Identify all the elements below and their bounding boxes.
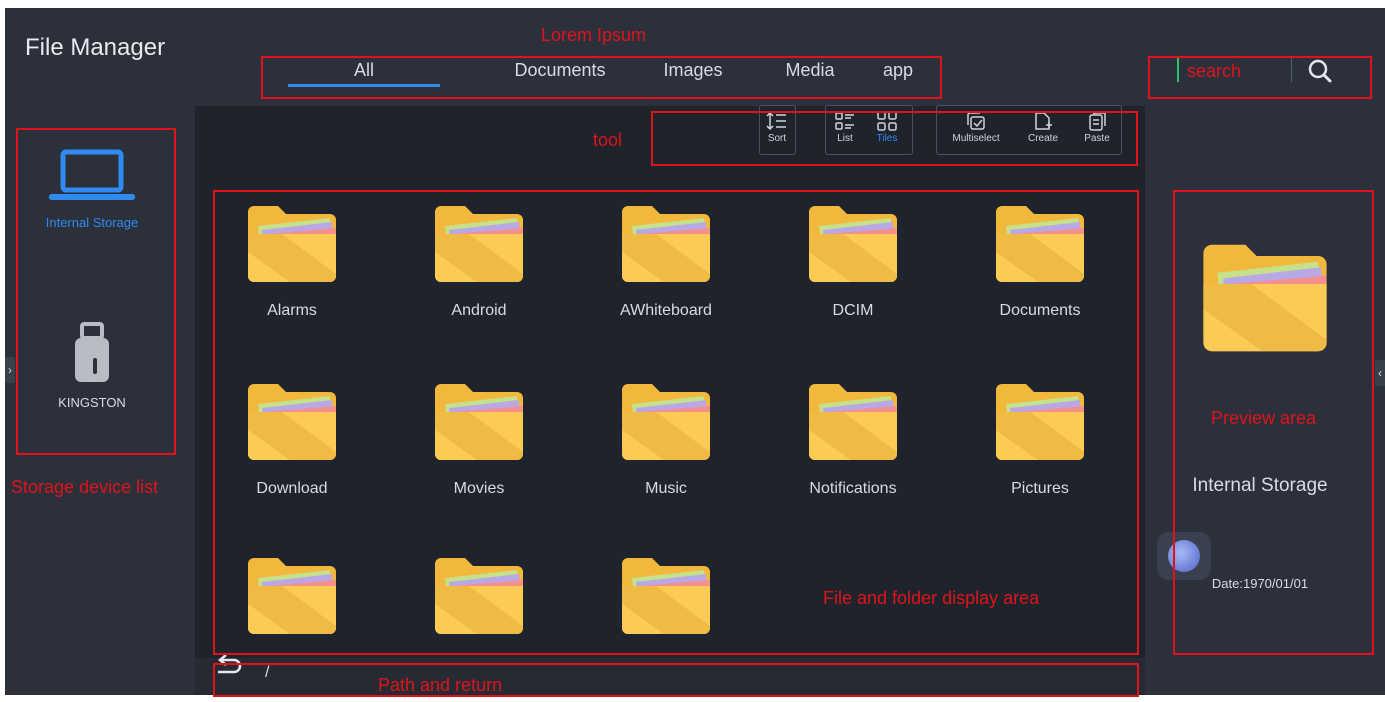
expand-left-chevron-icon[interactable]: › [5, 357, 15, 383]
files-annotation-box [213, 190, 1139, 655]
search-annotation-box [1148, 56, 1372, 99]
path-annotation-label: Path and return [378, 675, 503, 695]
files-annotation-label: File and folder display area [823, 588, 1040, 608]
tool-annotation-label: tool [593, 130, 623, 150]
path-annotation-box [213, 663, 1139, 697]
tool-annotation-box [651, 111, 1138, 166]
devices-annotation-label: Storage device list [11, 477, 159, 497]
devices-annotation-box [16, 128, 176, 455]
preview-annotation-label: Preview area [1211, 408, 1317, 428]
tabs-annotation-box [261, 56, 942, 99]
expand-right-chevron-icon[interactable]: ‹ [1375, 360, 1385, 386]
app-title: File Manager [25, 34, 166, 61]
tabs-annotation-label: Lorem Ipsum [541, 25, 647, 45]
